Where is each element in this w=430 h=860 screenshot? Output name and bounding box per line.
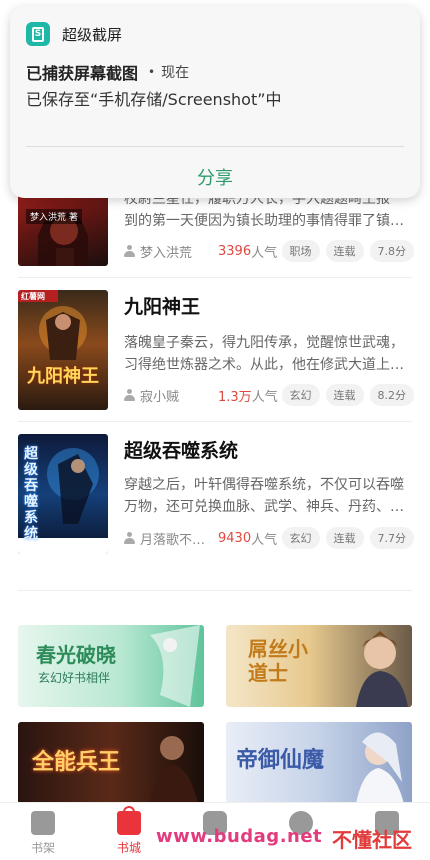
tag-category: 玄幻	[281, 527, 320, 549]
author-icon	[124, 245, 135, 257]
shopping-bag-icon	[117, 806, 141, 835]
banner-illustration	[150, 736, 198, 804]
book-author: 梦入洪荒	[140, 245, 193, 261]
notification-title: 已捕获屏幕截图	[26, 64, 139, 83]
banner-title: 帝御仙魔	[236, 748, 325, 773]
book-meta: 寂小贼 1.3万 人气 玄幻 连载 8.2分	[124, 384, 414, 406]
popularity-count: 3396	[218, 243, 252, 259]
promo-banner[interactable]: 屌丝小道士	[226, 625, 412, 707]
book-description: 落魄皇子秦云，得九阳传承，觉醒惊世武魂， 习得绝世炼器之术。从此，他在修武大道上…	[124, 332, 414, 376]
tag-status: 连载	[325, 527, 364, 549]
book-tags: 玄幻 连载 8.2分	[281, 384, 414, 406]
book-description-line: 万物，还可兑换血脉、武学、神兵、丹药、…	[124, 499, 404, 515]
book-description-line: 到的第一天便因为镇长助理的事情得罪了镇…	[124, 213, 404, 229]
book-cover[interactable]: 超级吞噬系统	[18, 434, 108, 554]
cover-title: 九阳神王	[27, 366, 99, 387]
notification-body: 已保存至“手机存储/Screenshot”中	[26, 90, 282, 109]
tag-status: 连载	[325, 240, 364, 262]
book-tags: 职场 连载 7.8分	[281, 240, 414, 262]
banner-illustration	[150, 625, 200, 707]
popularity-count: 1.3万	[218, 389, 252, 405]
separator-dot: •	[148, 65, 156, 79]
banner-title: 屌丝小道士	[248, 637, 308, 685]
book-author: 月落歌不…	[140, 532, 206, 548]
nav-label: 书城	[116, 841, 141, 855]
banner-illustration	[356, 732, 404, 804]
book-description-line: 穿越之后，叶轩偶得吞噬系统，不仅可以吞噬	[124, 477, 404, 493]
banner-title: 全能兵王	[32, 750, 121, 775]
popularity-unit: 人气	[251, 245, 278, 261]
bookshelf-icon	[31, 811, 55, 835]
book-cover[interactable]: 红薯网 九阳神王	[18, 290, 108, 410]
book-title[interactable]: 九阳神王	[124, 292, 200, 319]
book-meta: 梦入洪荒 3396 人气 职场 连载 7.8分	[124, 240, 414, 262]
notification-title-row: 已捕获屏幕截图 • 现在	[26, 60, 189, 84]
popularity-unit: 人气	[251, 389, 278, 405]
notification-time: 现在	[161, 65, 190, 81]
book-author: 寂小贼	[140, 389, 180, 405]
book-description-line: 习得绝世炼器之术。从此，他在修武大道上…	[124, 357, 404, 373]
promo-banner[interactable]: 春光破晓 玄幻好书相伴	[18, 625, 204, 707]
share-button[interactable]: 分享	[10, 164, 420, 190]
screenshot-app-icon: S	[26, 22, 50, 46]
popularity-count: 9430	[218, 530, 252, 546]
divider	[18, 277, 412, 278]
cover-logo: 红薯网	[21, 292, 45, 301]
screen: 梦入洪荒 著 校尉兰星任，履职万人长，手入题题畸王报 到的第一天便因为镇长助理的…	[0, 0, 430, 860]
promo-banner[interactable]: 全能兵王	[18, 722, 204, 804]
divider	[18, 421, 412, 422]
banner-subtitle: 玄幻好书相伴	[38, 671, 111, 685]
nav-bookshelf[interactable]: 书架	[0, 803, 86, 860]
tag-status: 连载	[325, 384, 364, 406]
banner-illustration	[356, 631, 408, 707]
watermark-site: 不懂社区	[332, 828, 412, 852]
tag-category: 职场	[281, 240, 320, 262]
banner-title: 春光破晓	[36, 643, 116, 667]
screenshot-notification[interactable]: S 超级截屏 已捕获屏幕截图 • 现在 已保存至“手机存储/Screenshot…	[10, 6, 420, 198]
tag-rating: 8.2分	[369, 384, 414, 406]
book-meta: 月落歌不… 9430 人气 玄幻 连载 7.7分	[124, 527, 414, 549]
notification-app-header: S 超级截屏	[26, 22, 122, 46]
author-icon	[124, 532, 135, 544]
book-title[interactable]: 超级吞噬系统	[124, 436, 238, 463]
author-icon	[124, 389, 135, 401]
book-description-line: 落魄皇子秦云，得九阳传承，觉醒惊世武魂，	[124, 335, 404, 351]
cover-author-label: 梦入洪荒 著	[26, 209, 82, 224]
popularity-unit: 人气	[251, 532, 278, 548]
tag-rating: 7.7分	[369, 527, 414, 549]
book-tags: 玄幻 连载 7.7分	[281, 527, 414, 549]
tag-rating: 7.8分	[369, 240, 414, 262]
watermark-url: www.budag.net	[156, 826, 323, 847]
notification-app-name: 超级截屏	[62, 25, 123, 44]
cover-title: 超级吞噬系统	[24, 446, 38, 542]
nav-label: 书架	[30, 841, 55, 855]
promo-banner[interactable]: 帝御仙魔	[226, 722, 412, 804]
divider	[26, 146, 404, 147]
tag-category: 玄幻	[281, 384, 320, 406]
book-description: 穿越之后，叶轩偶得吞噬系统，不仅可以吞噬 万物，还可兑换血脉、武学、神兵、丹药、…	[124, 474, 414, 518]
divider	[18, 590, 412, 591]
